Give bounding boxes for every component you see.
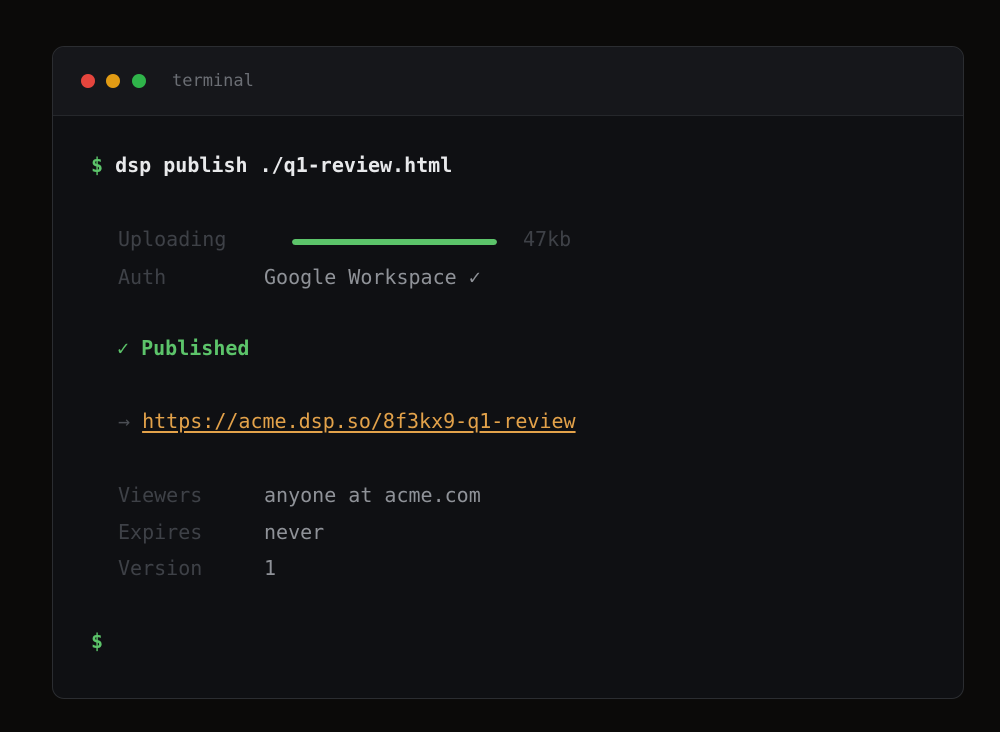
expires-value: never	[264, 520, 325, 544]
command-text: dsp publish ./q1-review.html	[115, 153, 453, 177]
title-bar: terminal	[53, 47, 963, 116]
published-label: Published	[141, 336, 250, 360]
upload-progress-bar	[292, 239, 497, 245]
prompt-symbol: $	[91, 153, 104, 177]
minimize-window-button[interactable]	[106, 74, 120, 88]
arrow-right-icon: →	[118, 409, 131, 433]
window-title: terminal	[172, 71, 254, 91]
check-icon: ✓	[117, 336, 130, 360]
expires-label: Expires	[118, 520, 203, 544]
uploading-label: Uploading	[118, 227, 227, 251]
auth-value: Google Workspace ✓	[264, 265, 481, 289]
upload-size: 47kb	[523, 227, 572, 251]
version-label: Version	[118, 556, 203, 580]
maximize-window-button[interactable]	[132, 74, 146, 88]
link-line: → https://acme.dsp.so/8f3kx9-q1-review	[118, 409, 576, 433]
close-window-button[interactable]	[81, 74, 95, 88]
version-value: 1	[264, 556, 277, 580]
upload-progress-fill	[292, 239, 497, 245]
final-prompt[interactable]: $	[91, 629, 103, 653]
published-status: ✓ Published	[117, 336, 249, 360]
terminal-window: terminal $ dsp publish ./q1-review.html …	[52, 46, 964, 699]
viewers-label: Viewers	[118, 483, 203, 507]
auth-label: Auth	[118, 265, 167, 289]
viewers-value: anyone at acme.com	[264, 483, 481, 507]
published-url-link[interactable]: https://acme.dsp.so/8f3kx9-q1-review	[142, 409, 575, 433]
command-line: $ dsp publish ./q1-review.html	[91, 153, 452, 177]
